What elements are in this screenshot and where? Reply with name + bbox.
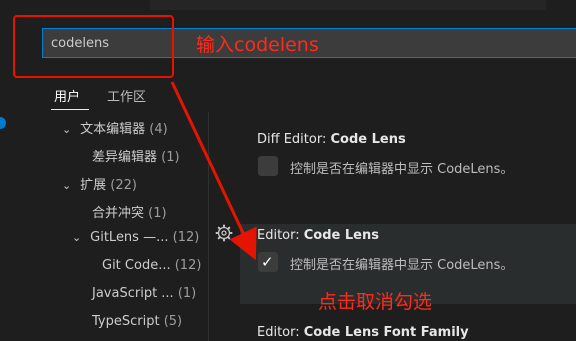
setting-category: Diff Editor: [257, 132, 331, 147]
setting-title-editor-codelens: Editor: Code Lens [257, 228, 379, 243]
toc-item-text-editor[interactable]: ⌄ 文本编辑器 (4) [62, 118, 168, 138]
chevron-down-icon: ⌄ [62, 179, 72, 192]
chevron-down-icon: ⌄ [62, 123, 72, 136]
activity-badge [0, 117, 6, 129]
toc-item-label: 扩展 [80, 178, 107, 193]
toc-item-count: (12) [174, 258, 202, 273]
toc-item-label: TypeScript [92, 314, 160, 329]
chevron-down-icon: ⌄ [72, 231, 82, 244]
setting-name: Code Lens Font Family [303, 325, 469, 340]
toc-item-count: (22) [110, 178, 137, 193]
setting-title-diff-editor-codelens: Diff Editor: Code Lens [257, 132, 406, 147]
gear-icon[interactable] [215, 224, 233, 242]
annotation-input-hint: 输入codelens [196, 34, 319, 56]
setting-name: Code Lens [330, 132, 406, 147]
active-tab-indicator [51, 109, 89, 110]
toc-item-count: (12) [172, 230, 200, 245]
setting-description: 控制是否在编辑器中显示 CodeLens。 [290, 162, 514, 177]
setting-category: Editor: [257, 325, 304, 340]
toc-item-count: (1) [148, 206, 167, 221]
tab-user[interactable]: 用户 [54, 86, 80, 105]
annotation-highlight-box [13, 15, 174, 78]
setting-category: Editor: [257, 228, 304, 243]
annotation-uncheck-hint: 点击取消勾选 [318, 291, 433, 313]
toc-item-label: 差异编辑器 [92, 150, 158, 165]
toc-item-count: (1) [161, 150, 180, 165]
toc-item-label: 合并冲突 [92, 206, 145, 221]
editor-tab-strip [150, 0, 546, 10]
toc-item-typescript[interactable]: TypeScript (5) [92, 314, 182, 334]
toc-item-extensions[interactable]: ⌄ 扩展 (22) [62, 174, 137, 194]
toc-item-gitlens[interactable]: ⌄ GitLens —... (12) [72, 230, 199, 250]
tab-workspace[interactable]: 工作区 [107, 86, 146, 105]
setting-title-editor-codelens-font-family: Editor: Code Lens Font Family [257, 325, 469, 340]
checkmark-icon: ✓ [261, 253, 274, 271]
toc-divider[interactable] [208, 112, 209, 341]
toc-item-label: JavaScript ... [92, 286, 174, 301]
toc-item-merge-conflict[interactable]: 合并冲突 (1) [92, 202, 167, 222]
toc-item-git-codelens[interactable]: Git Code... (12) [102, 258, 201, 278]
toc-item-label: Git Code... [102, 258, 171, 273]
toc-item-label: GitLens —... [90, 230, 169, 245]
toc-item-count: (4) [149, 122, 168, 137]
toc-item-count: (1) [177, 286, 197, 301]
setting-name: Code Lens [303, 228, 379, 243]
checkbox-diff-editor-codelens[interactable] [258, 156, 278, 176]
toc-item-label: 文本编辑器 [80, 122, 146, 137]
setting-description: 控制是否在编辑器中显示 CodeLens。 [290, 258, 514, 273]
toc-item-javascript[interactable]: JavaScript ... (1) [92, 286, 196, 306]
toc-item-diff-editor[interactable]: 差异编辑器 (1) [92, 146, 180, 166]
toc-item-count: (5) [163, 314, 183, 329]
checkbox-editor-codelens[interactable]: ✓ [258, 252, 278, 272]
